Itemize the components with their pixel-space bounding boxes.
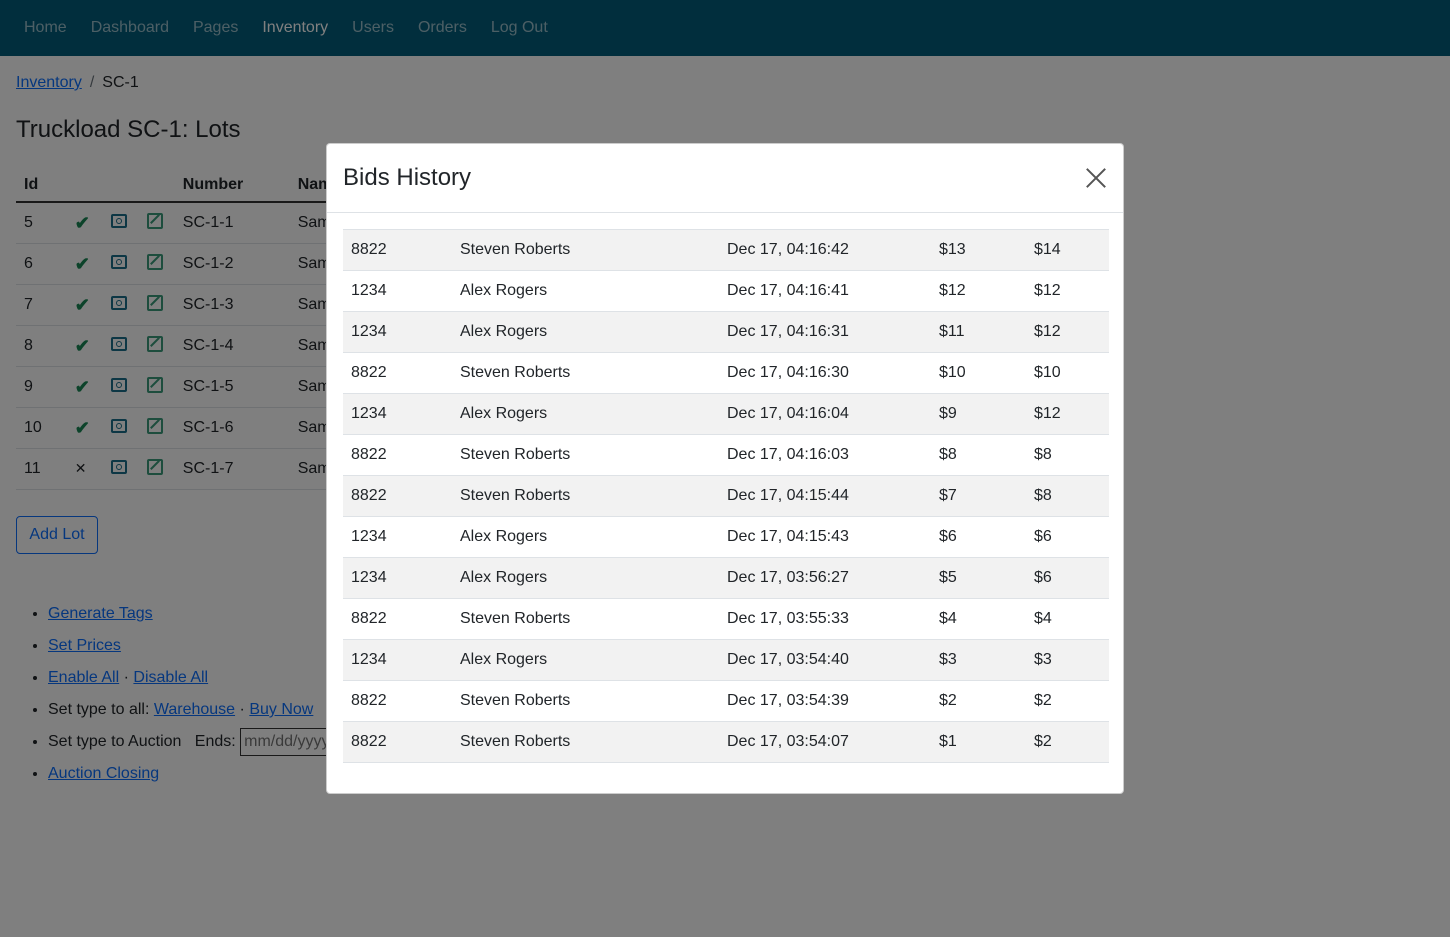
- bid-amount: $13: [931, 229, 1026, 271]
- bidder-name: Steven Roberts: [452, 229, 719, 271]
- bidder-name: Alex Rogers: [452, 311, 719, 353]
- table-row: 8822 Steven Roberts Dec 17, 03:55:33 $4 $4: [343, 598, 1109, 640]
- bidder-name: Alex Rogers: [452, 557, 719, 599]
- bids-history-modal: Bids History 8822 Steven Roberts Dec 17, 0…: [326, 143, 1124, 794]
- bidder-number: 1234: [343, 393, 452, 435]
- bidder-number: 8822: [343, 352, 452, 394]
- bidder-number: 8822: [343, 229, 452, 271]
- bidder-number: 8822: [343, 434, 452, 476]
- bidder-number: 1234: [343, 639, 452, 681]
- bid-amount: $5: [931, 557, 1026, 599]
- bid-time: Dec 17, 04:16:42: [719, 229, 931, 271]
- table-row: 1234 Alex Rogers Dec 17, 03:54:40 $3 $3: [343, 639, 1109, 681]
- bid-time: Dec 17, 04:16:03: [719, 434, 931, 476]
- bidder-number: 1234: [343, 311, 452, 353]
- bid-time: Dec 17, 03:54:39: [719, 680, 931, 722]
- bid-amount: $9: [931, 393, 1026, 435]
- bid-amount: $6: [931, 516, 1026, 558]
- bid-amount: $3: [931, 639, 1026, 681]
- bidder-name: Alex Rogers: [452, 516, 719, 558]
- bid-amount: $10: [931, 352, 1026, 394]
- bid-time: Dec 17, 04:16:31: [719, 311, 931, 353]
- bidder-name: Alex Rogers: [452, 639, 719, 681]
- bid-amount: $7: [931, 475, 1026, 517]
- bid-time: Dec 17, 04:15:44: [719, 475, 931, 517]
- table-row: 8822 Steven Roberts Dec 17, 04:16:30 $10 $10: [343, 352, 1109, 394]
- max-bid: $8: [1026, 434, 1109, 476]
- table-row: 1234 Alex Rogers Dec 17, 04:16:41 $12 $12: [343, 270, 1109, 312]
- table-row: 8822 Steven Roberts Dec 17, 04:16:03 $8 $8: [343, 434, 1109, 476]
- bidder-name: Steven Roberts: [452, 721, 719, 763]
- table-row: 8822 Steven Roberts Dec 17, 03:54:39 $2 $2: [343, 680, 1109, 722]
- bidder-number: 8822: [343, 475, 452, 517]
- bid-time: Dec 17, 04:16:30: [719, 352, 931, 394]
- bids-history-table: 8822 Steven Roberts Dec 17, 04:16:42 $13 $14…: [343, 229, 1109, 763]
- bid-amount: $4: [931, 598, 1026, 640]
- max-bid: $4: [1026, 598, 1109, 640]
- bidder-number: 1234: [343, 270, 452, 312]
- max-bid: $14: [1026, 229, 1109, 271]
- table-row: 1234 Alex Rogers Dec 17, 03:56:27 $5 $6: [343, 557, 1109, 599]
- max-bid: $12: [1026, 393, 1109, 435]
- max-bid: $6: [1026, 557, 1109, 599]
- bid-amount: $12: [931, 270, 1026, 312]
- bidder-number: 8822: [343, 598, 452, 640]
- max-bid: $2: [1026, 721, 1109, 763]
- bidder-name: Steven Roberts: [452, 475, 719, 517]
- max-bid: $8: [1026, 475, 1109, 517]
- bid-amount: $1: [931, 721, 1026, 763]
- bidder-name: Steven Roberts: [452, 598, 719, 640]
- max-bid: $3: [1026, 639, 1109, 681]
- table-row: 1234 Alex Rogers Dec 17, 04:16:04 $9 $12: [343, 393, 1109, 435]
- bidder-number: 1234: [343, 516, 452, 558]
- bidder-name: Steven Roberts: [452, 680, 719, 722]
- max-bid: $12: [1026, 270, 1109, 312]
- bidder-name: Alex Rogers: [452, 393, 719, 435]
- bidder-name: Steven Roberts: [452, 352, 719, 394]
- bid-time: Dec 17, 03:56:27: [719, 557, 931, 599]
- bid-amount: $11: [931, 311, 1026, 353]
- bid-time: Dec 17, 03:54:07: [719, 721, 931, 763]
- table-row: 8822 Steven Roberts Dec 17, 04:15:44 $7 $8: [343, 475, 1109, 517]
- bid-amount: $8: [931, 434, 1026, 476]
- max-bid: $12: [1026, 311, 1109, 353]
- modal-title: Bids History: [343, 164, 472, 191]
- modal-header: Bids History: [327, 144, 1123, 213]
- bidder-name: Alex Rogers: [452, 270, 719, 312]
- bid-time: Dec 17, 04:16:04: [719, 393, 931, 435]
- max-bid: $2: [1026, 680, 1109, 722]
- bidder-number: 8822: [343, 721, 452, 763]
- bid-time: Dec 17, 04:15:43: [719, 516, 931, 558]
- table-row: 1234 Alex Rogers Dec 17, 04:15:43 $6 $6: [343, 516, 1109, 558]
- bidder-number: 8822: [343, 680, 452, 722]
- table-row: 8822 Steven Roberts Dec 17, 03:54:07 $1 $2: [343, 721, 1109, 763]
- max-bid: $10: [1026, 352, 1109, 394]
- bid-time: Dec 17, 03:54:40: [719, 639, 931, 681]
- bid-time: Dec 17, 04:16:41: [719, 270, 931, 312]
- bidder-name: Steven Roberts: [452, 434, 719, 476]
- bidder-number: 1234: [343, 557, 452, 599]
- max-bid: $6: [1026, 516, 1109, 558]
- bid-amount: $2: [931, 680, 1026, 722]
- bid-time: Dec 17, 03:55:33: [719, 598, 931, 640]
- table-row: 1234 Alex Rogers Dec 17, 04:16:31 $11 $12: [343, 311, 1109, 353]
- close-icon[interactable]: [1085, 167, 1107, 189]
- table-row: 8822 Steven Roberts Dec 17, 04:16:42 $13 $14: [343, 229, 1109, 271]
